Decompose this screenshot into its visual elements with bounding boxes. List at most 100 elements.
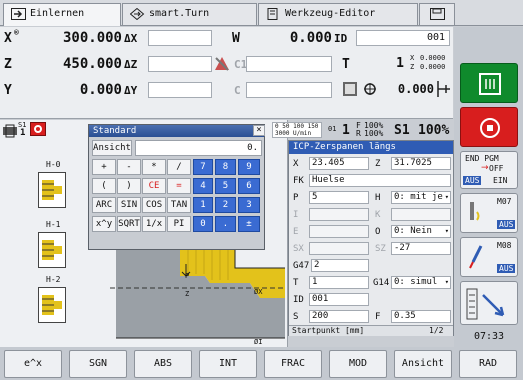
icp-g14-select[interactable]: 0: simul ▾ <box>391 276 451 289</box>
calc-key[interactable]: + <box>92 159 116 175</box>
icp-x-input[interactable]: 23.405 <box>309 157 369 170</box>
icp-status-text: Startpunkt [mm] <box>292 326 365 335</box>
icp-i-input[interactable] <box>309 208 369 221</box>
h0-label: H-0 <box>46 160 61 169</box>
calc-key[interactable]: 3 <box>238 197 260 213</box>
tab-werkzeug-editor[interactable]: Werkzeug-Editor <box>258 3 418 25</box>
calculator-display: 0. <box>135 140 262 156</box>
feed-scale-0: 0 <box>275 123 279 130</box>
calc-key[interactable]: 4 <box>193 178 213 194</box>
softkey[interactable]: INT <box>199 350 257 378</box>
calc-key[interactable]: . <box>215 216 236 232</box>
icp-g47-label: G47 <box>293 261 310 271</box>
calc-key[interactable]: CE <box>142 178 166 194</box>
cycle-start-button[interactable] <box>460 63 518 103</box>
chevron-down-icon: ▾ <box>444 193 449 201</box>
speed-unit: 3000 U/min <box>275 130 312 137</box>
calc-key[interactable]: = <box>167 178 191 194</box>
softkey[interactable]: FRAC <box>264 350 322 378</box>
icp-z-input[interactable]: 31.7025 <box>391 157 451 170</box>
tool-holder-icon <box>267 8 278 20</box>
contour-p-label: P <box>185 272 190 280</box>
softkey[interactable]: MOD <box>329 350 387 378</box>
mode-tab-bar: Einlernen smart.Turn Werkzeug-Editor <box>0 0 523 26</box>
stop-cycle-icon <box>480 118 500 138</box>
calc-key[interactable]: TAN <box>167 197 191 213</box>
calc-key[interactable]: 6 <box>238 178 260 194</box>
calc-key[interactable]: 1 <box>193 197 213 213</box>
softkey[interactable]: ABS <box>134 350 192 378</box>
icp-sx-input[interactable] <box>309 242 369 255</box>
t-value: 1 <box>396 56 404 71</box>
c2-field <box>246 82 332 98</box>
calc-key[interactable]: / <box>167 159 191 175</box>
calc-key[interactable]: 1/x <box>142 216 166 232</box>
icp-k-input[interactable] <box>391 208 451 221</box>
close-icon[interactable]: × <box>253 125 265 136</box>
end-pgm-aus: AUS <box>463 176 482 185</box>
icp-fk-input[interactable]: Huelse <box>309 174 451 187</box>
calc-key[interactable]: ( <box>92 178 116 194</box>
c1-field <box>246 56 332 72</box>
y-axis-label: Y <box>4 83 12 98</box>
calc-key[interactable]: ) <box>117 178 141 194</box>
calc-key[interactable]: - <box>117 159 141 175</box>
contour-i-label: ØI <box>254 338 263 346</box>
calc-key[interactable]: 7 <box>193 159 213 175</box>
icp-o-value: 0: Nein <box>394 226 432 236</box>
icp-h-select[interactable]: 0: mit je ▾ <box>391 191 451 204</box>
w-axis-label: W <box>232 31 240 46</box>
spindle-icon <box>3 124 17 138</box>
m08-label: M08 <box>497 241 512 250</box>
softkey[interactable]: RAD <box>459 350 517 378</box>
coolant-m07-button[interactable]: M07 AUS <box>460 193 518 233</box>
spindle-value: 0.000 <box>397 82 434 96</box>
icp-t-label: T <box>293 278 299 288</box>
icp-sz-input[interactable]: -27 <box>391 242 451 255</box>
icp-cycle-form: ICP-Zerspanen längs X 23.405 Z 31.7025 F… <box>288 140 454 336</box>
icp-id-input[interactable]: 001 <box>309 293 369 306</box>
part-h1-icon <box>38 232 66 268</box>
icp-p-input[interactable]: 5 <box>309 191 369 204</box>
icp-t-input[interactable]: 1 <box>309 276 369 289</box>
end-pgm-button[interactable]: END PGM OFF → AUS EIN <box>460 151 518 189</box>
reference-icon: ® <box>14 28 19 37</box>
icp-fk-label: FK <box>293 176 304 186</box>
tab-einlernen[interactable]: Einlernen <box>3 3 121 26</box>
dx-label: ΔX <box>124 32 138 45</box>
icp-f-input[interactable]: 0.35 <box>391 310 451 323</box>
calc-key[interactable]: 5 <box>215 178 236 194</box>
calc-key[interactable]: SIN <box>117 197 141 213</box>
calculator-window[interactable]: Standard × Ansicht 0. + - */7 8 9 () CE = 4 5 6 ARC… <box>88 124 265 250</box>
softkey[interactable]: SGN <box>69 350 127 378</box>
calc-key[interactable]: SQRT <box>117 216 141 232</box>
calc-key[interactable]: PI <box>167 216 191 232</box>
calc-key[interactable]: 8 <box>215 159 236 175</box>
tab-smart-turn[interactable]: smart.Turn <box>122 3 257 25</box>
id-field: 001 <box>356 30 450 46</box>
calc-key[interactable]: ARC <box>92 197 116 213</box>
r-label: R <box>356 129 361 138</box>
calc-key[interactable]: * <box>142 159 166 175</box>
calc-key[interactable]: x^y <box>92 216 116 232</box>
icp-id-label: ID <box>293 295 304 305</box>
calc-key[interactable]: COS <box>142 197 166 213</box>
dy-label: ΔY <box>124 84 138 97</box>
icp-s-input[interactable]: 200 <box>309 310 369 323</box>
calc-key[interactable]: 9 <box>238 159 260 175</box>
x-value: 300.000 <box>62 30 122 46</box>
calc-key[interactable]: ± <box>238 216 260 232</box>
tool-direction-button[interactable] <box>460 281 518 325</box>
softkey[interactable]: Ansicht <box>394 350 452 378</box>
calc-key[interactable]: 2 <box>215 197 236 213</box>
icp-g47-input[interactable]: 2 <box>311 259 369 272</box>
contour-z-label: Z <box>185 290 190 298</box>
coolant-m08-button[interactable]: M08 AUS <box>460 237 518 277</box>
softkey[interactable]: e^x <box>4 350 62 378</box>
icp-e-input[interactable] <box>309 225 369 238</box>
calc-key[interactable]: 0 <box>193 216 213 232</box>
tab-save[interactable] <box>419 3 455 25</box>
calculator-mode-button[interactable]: Ansicht <box>92 140 132 156</box>
cycle-stop-button[interactable] <box>460 107 518 147</box>
icp-o-select[interactable]: 0: Nein ▾ <box>391 225 451 238</box>
